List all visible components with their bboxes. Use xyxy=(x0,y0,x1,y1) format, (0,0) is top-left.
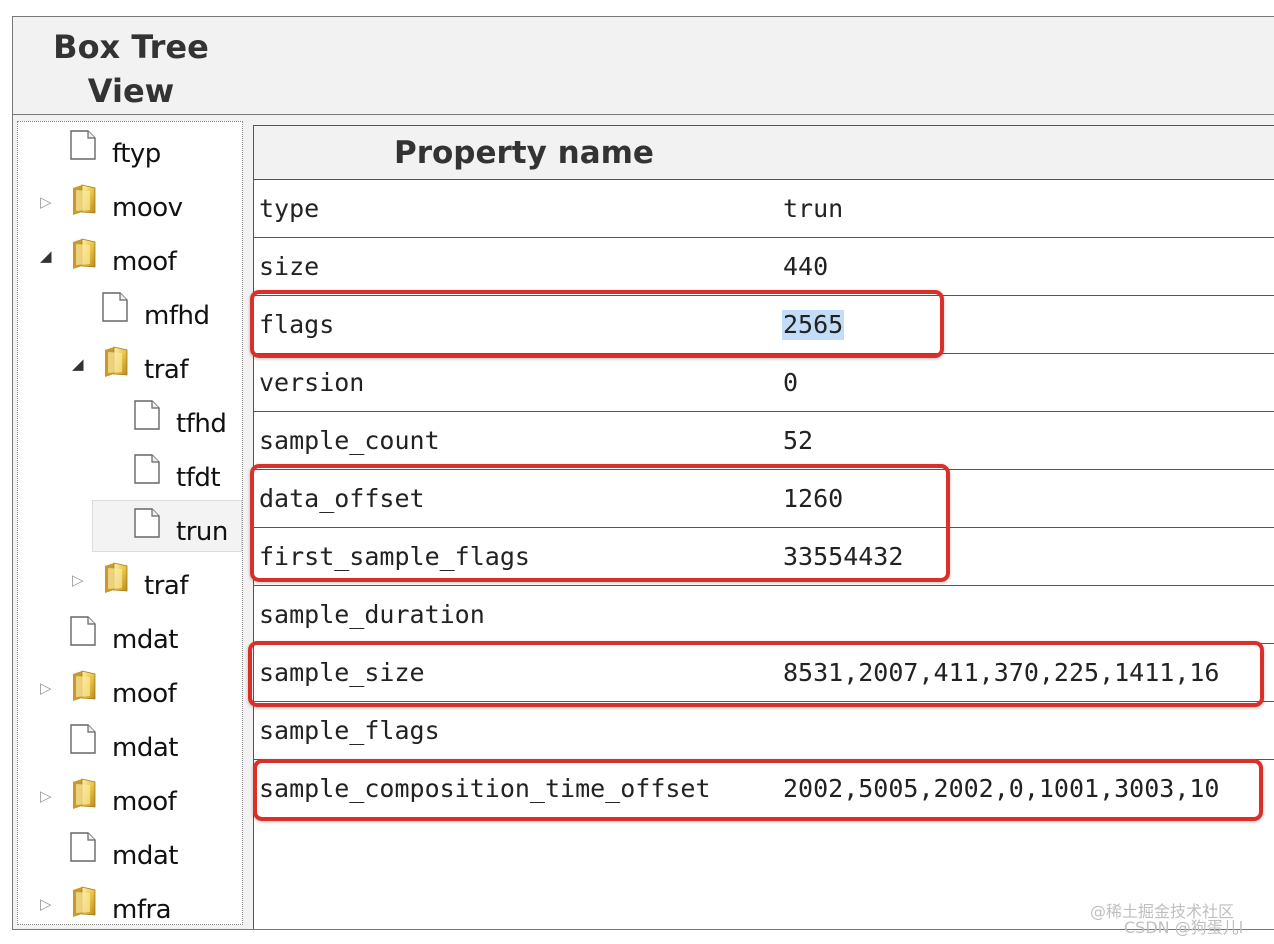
panel-header: Box Tree View xyxy=(13,17,1274,115)
property-value-cell[interactable]: 2002,5005,2002,0,1001,3003,10 xyxy=(783,774,1220,804)
collapsed-triangle-icon[interactable]: ▷ xyxy=(40,896,52,912)
property-grid: Property name type trun size 440 flags 2565 ve… xyxy=(253,125,1274,929)
property-value-cell[interactable]: 2565 xyxy=(782,310,845,340)
file-icon xyxy=(134,508,160,545)
property-row-first-sample-flags[interactable]: first_sample_flags 33554432 xyxy=(254,528,1274,586)
property-name-cell: sample_count xyxy=(259,426,440,455)
box-tree-window: Box Tree View ftyp ▷ moov ◢ moof mfhd ◢ traf tfh… xyxy=(12,16,1274,930)
property-row-sample-count[interactable]: sample_count 52 xyxy=(254,412,1274,470)
property-row-sample-composition-time-offset[interactable]: sample_composition_time_offset 2002,5005,… xyxy=(254,760,1274,818)
property-row-sample-duration[interactable]: sample_duration xyxy=(254,586,1274,644)
property-value-cell[interactable]: trun xyxy=(783,194,843,224)
collapsed-triangle-icon[interactable]: ▷ xyxy=(40,788,52,804)
property-value-cell[interactable]: 8531,2007,411,370,225,1411,16 xyxy=(783,658,1220,688)
property-row-data-offset[interactable]: data_offset 1260 xyxy=(254,470,1274,528)
property-row-flags[interactable]: flags 2565 xyxy=(254,296,1274,354)
file-icon xyxy=(70,832,96,869)
watermark-csdn: CSDN @狗蛋儿l xyxy=(1124,918,1244,937)
tree-item-label: mdat xyxy=(112,841,178,871)
tree-item-label: moov xyxy=(112,193,183,223)
property-name-cell: sample_size xyxy=(259,658,425,687)
tree-item-traf[interactable]: ▷ traf xyxy=(18,554,242,608)
tree-item-mdat[interactable]: mdat xyxy=(18,716,242,770)
collapsed-triangle-icon[interactable]: ▷ xyxy=(72,572,84,588)
tree-item-label: moof xyxy=(112,787,177,817)
property-name-cell: sample_flags xyxy=(259,716,440,745)
collapsed-triangle-icon[interactable]: ▷ xyxy=(40,194,52,210)
property-name-cell: sample_duration xyxy=(259,600,485,629)
property-value-cell[interactable]: 440 xyxy=(783,252,828,282)
property-name-cell: version xyxy=(259,368,365,397)
tree-item-mdat[interactable]: mdat xyxy=(18,608,242,662)
tree-item-label: ftyp xyxy=(112,139,161,169)
tree-item-mfhd[interactable]: mfhd xyxy=(18,284,242,338)
grid-header[interactable]: Property name xyxy=(254,126,1274,180)
box-tree[interactable]: ftyp ▷ moov ◢ moof mfhd ◢ traf tfhd tfdt trun ▷ traf… xyxy=(17,121,243,925)
tree-item-label: mdat xyxy=(112,625,178,655)
folder-icon xyxy=(70,184,98,223)
file-icon xyxy=(134,454,160,491)
column-header-property-name[interactable]: Property name xyxy=(394,132,654,174)
tree-item-mfra[interactable]: ▷ mfra xyxy=(18,878,242,925)
tree-item-moof[interactable]: ◢ moof xyxy=(18,230,242,284)
file-icon xyxy=(70,616,96,653)
tree-item-label: mfhd xyxy=(144,301,210,331)
property-value-cell[interactable]: 52 xyxy=(783,426,813,456)
collapsed-triangle-icon[interactable]: ▷ xyxy=(40,680,52,696)
folder-icon xyxy=(70,886,98,924)
folder-icon xyxy=(102,562,130,601)
tree-item-label: traf xyxy=(144,571,188,601)
folder-icon xyxy=(70,670,98,709)
property-name-cell: flags xyxy=(259,310,335,339)
property-value-cell[interactable]: 1260 xyxy=(783,484,843,514)
property-name-cell: size xyxy=(259,252,320,281)
property-value-cell[interactable]: 33554432 xyxy=(783,542,903,572)
file-icon xyxy=(102,292,128,329)
tree-item-label: traf xyxy=(144,355,188,385)
tree-item-label: moof xyxy=(112,679,177,709)
file-icon xyxy=(70,724,96,761)
tree-item-label: tfdt xyxy=(176,463,221,493)
tree-item-tfhd[interactable]: tfhd xyxy=(18,392,242,446)
property-name-cell: data_offset xyxy=(259,484,425,513)
panel-title: Box Tree View xyxy=(53,28,209,110)
property-row-type[interactable]: type trun xyxy=(254,180,1274,238)
folder-icon xyxy=(70,238,98,277)
tree-item-label: mfra xyxy=(112,895,172,925)
property-name-cell: first_sample_flags xyxy=(259,542,530,571)
property-row-sample-size[interactable]: sample_size 8531,2007,411,370,225,1411,16 xyxy=(254,644,1274,702)
tree-item-traf[interactable]: ◢ traf xyxy=(18,338,242,392)
expanded-triangle-icon[interactable]: ◢ xyxy=(72,356,84,372)
file-icon xyxy=(134,400,160,437)
tree-item-label: tfhd xyxy=(176,409,227,439)
tree-item-moof[interactable]: ▷ moof xyxy=(18,770,242,824)
tree-item-moof[interactable]: ▷ moof xyxy=(18,662,242,716)
tree-item-label: mdat xyxy=(112,733,178,763)
tree-item-tfdt[interactable]: tfdt xyxy=(18,446,242,500)
folder-icon xyxy=(70,778,98,817)
tree-item-trun[interactable]: trun xyxy=(18,500,242,554)
tree-item-ftyp[interactable]: ftyp xyxy=(18,122,242,176)
property-name-cell: type xyxy=(259,194,320,223)
folder-icon xyxy=(102,346,130,385)
file-icon xyxy=(70,130,96,167)
tree-item-mdat[interactable]: mdat xyxy=(18,824,242,878)
tree-item-label: moof xyxy=(112,247,177,277)
tree-item-label: trun xyxy=(176,517,228,547)
property-value-cell[interactable]: 0 xyxy=(783,368,798,398)
property-row-sample-flags[interactable]: sample_flags xyxy=(254,702,1274,760)
expanded-triangle-icon[interactable]: ◢ xyxy=(40,248,52,264)
tree-item-moov[interactable]: ▷ moov xyxy=(18,176,242,230)
property-name-cell: sample_composition_time_offset xyxy=(259,774,711,803)
property-row-version[interactable]: version 0 xyxy=(254,354,1274,412)
property-row-size[interactable]: size 440 xyxy=(254,238,1274,296)
